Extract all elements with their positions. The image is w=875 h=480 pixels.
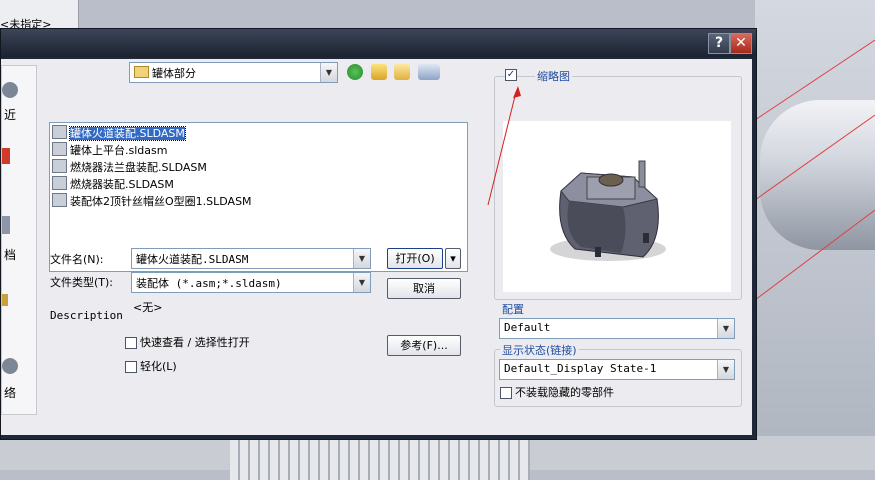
close-button[interactable]: ✕ <box>730 33 752 54</box>
assembly-icon <box>52 125 67 139</box>
list-item[interactable]: 罐体上平台.sldasm <box>52 142 167 158</box>
tank-model-image <box>550 160 666 261</box>
look-in-combo[interactable]: 罐体部分 ▼ <box>129 62 338 83</box>
annotation-arrow <box>487 86 521 206</box>
documents-icon[interactable] <box>2 216 10 234</box>
recent-places-icon[interactable] <box>2 82 18 98</box>
open-button[interactable]: 打开(O) <box>387 248 443 269</box>
lightweight-checkbox[interactable] <box>125 361 137 373</box>
back-icon[interactable] <box>347 64 363 80</box>
chevron-down-icon[interactable]: ▼ <box>353 249 370 268</box>
views-menu-icon[interactable] <box>418 64 440 80</box>
folder-icon <box>134 66 149 78</box>
help-button[interactable]: ? <box>708 33 730 54</box>
dialog-client: 近 档 络 罐体部分 ▼ 罐体火道装配.SLDASM 罐体上平台.sldasm … <box>1 59 752 435</box>
cancel-button[interactable]: 取消 <box>387 278 461 299</box>
quick-view-checkbox[interactable] <box>125 337 137 349</box>
background-thread <box>230 440 530 480</box>
config-combo[interactable]: Default ▼ <box>499 318 735 339</box>
open-dialog: ? ✕ 近 档 络 罐体部分 ▼ 罐体火道装配.SLDASM 罐体上平台.sld… <box>0 28 757 440</box>
open-options-button[interactable]: ▾ <box>445 248 461 269</box>
look-in-text: 罐体部分 <box>134 65 196 81</box>
places-bar: 近 档 络 <box>1 65 37 415</box>
list-item[interactable]: 燃烧器装配.SLDASM <box>52 176 174 192</box>
filename-field[interactable]: 罐体火道装配.SLDASM ▼ <box>131 248 371 269</box>
filename-label: 文件名(N): <box>50 253 104 266</box>
new-folder-icon[interactable] <box>394 64 410 80</box>
chevron-down-icon[interactable]: ▼ <box>717 360 734 379</box>
chevron-down-icon[interactable]: ▼ <box>353 273 370 292</box>
dialog-titlebar: ? ✕ <box>1 29 756 57</box>
chevron-down-icon[interactable]: ▼ <box>717 319 734 338</box>
background-red-lines <box>755 39 875 301</box>
assembly-icon <box>52 142 67 156</box>
filename-value: 罐体火道装配.SLDASM <box>136 253 249 266</box>
assembly-icon <box>52 159 67 173</box>
assembly-icon <box>52 176 67 190</box>
display-state-title: 显示状态(链接) <box>500 342 579 358</box>
place-label-documents[interactable]: 档 <box>4 246 16 263</box>
lightweight-label: 轻化(L) <box>140 360 177 373</box>
hidden-parts-checkbox[interactable] <box>500 387 512 399</box>
computer-icon[interactable] <box>2 294 8 306</box>
description-label: Description <box>50 309 123 322</box>
display-state-value: Default_Display State-1 <box>504 362 657 375</box>
display-state-combo[interactable]: Default_Display State-1 ▼ <box>499 359 735 380</box>
description-value: <无> <box>133 301 163 314</box>
list-item[interactable]: 燃烧器法兰盘装配.SLDASM <box>52 159 207 175</box>
place-label-recent[interactable]: 近 <box>4 106 16 123</box>
thumbnail-preview <box>503 121 731 292</box>
chevron-down-icon[interactable]: ▼ <box>320 63 337 82</box>
assembly-icon <box>52 193 67 207</box>
hidden-parts-label: 不装载隐藏的零部件 <box>515 386 614 399</box>
config-value: Default <box>504 321 551 334</box>
filetype-label: 文件类型(T): <box>50 276 114 289</box>
thumbnail-label: 缩略图 <box>535 68 572 84</box>
network-icon[interactable] <box>2 358 18 374</box>
list-item[interactable]: 罐体火道装配.SLDASM <box>52 125 186 141</box>
filetype-combo[interactable]: 装配体 (*.asm;*.sldasm) ▼ <box>131 272 371 293</box>
config-title: 配置 <box>500 301 526 317</box>
desktop-icon[interactable] <box>2 148 10 164</box>
quick-view-label: 快速查看 / 选择性打开 <box>140 336 250 349</box>
background-panel: <未指定> <box>0 0 79 31</box>
list-item[interactable]: 装配体2顶针丝帽丝O型圈1.SLDASM <box>52 193 252 209</box>
look-in-value: 罐体部分 <box>152 67 196 80</box>
up-folder-icon[interactable] <box>371 64 387 80</box>
references-button[interactable]: 参考(F)... <box>387 335 461 356</box>
place-label-network[interactable]: 络 <box>4 384 16 401</box>
filetype-value: 装配体 (*.asm;*.sldasm) <box>136 277 282 290</box>
